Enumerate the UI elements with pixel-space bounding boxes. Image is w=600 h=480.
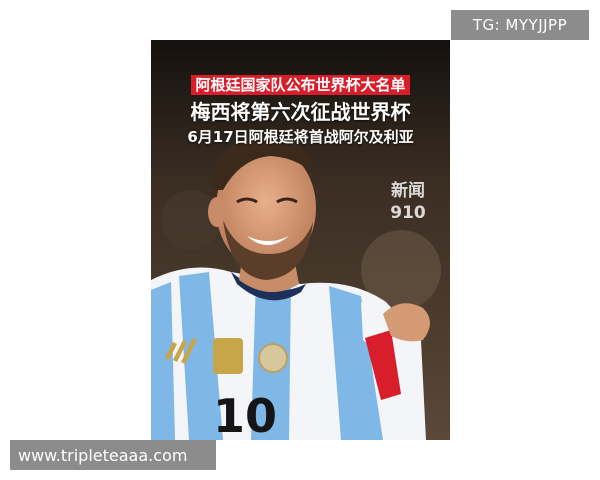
svg-text:10: 10 (213, 389, 277, 440)
headline-line-2: 梅西将第六次征战世界杯 (190, 100, 411, 124)
news-logo-line-1: 新闻 (391, 181, 425, 201)
watermark-url-badge: www.tripleteaaa.com (10, 440, 216, 470)
watermark-tg-badge: TG: MYYJJPP (451, 10, 589, 40)
poster-image: 10 阿根廷国家队公布世界杯大名单 梅西将第六次征战世界杯 6月17日阿根廷将首… (151, 40, 450, 440)
headline-line-1: 阿根廷国家队公布世界杯大名单 (151, 74, 450, 95)
news-channel-logo: 新闻 910 (383, 180, 433, 224)
news-logo-line-2: 910 (390, 203, 426, 223)
headline-line-1-text: 阿根廷国家队公布世界杯大名单 (191, 75, 410, 95)
headline-line-3: 6月17日阿根廷将首战阿尔及利亚 (187, 128, 414, 146)
